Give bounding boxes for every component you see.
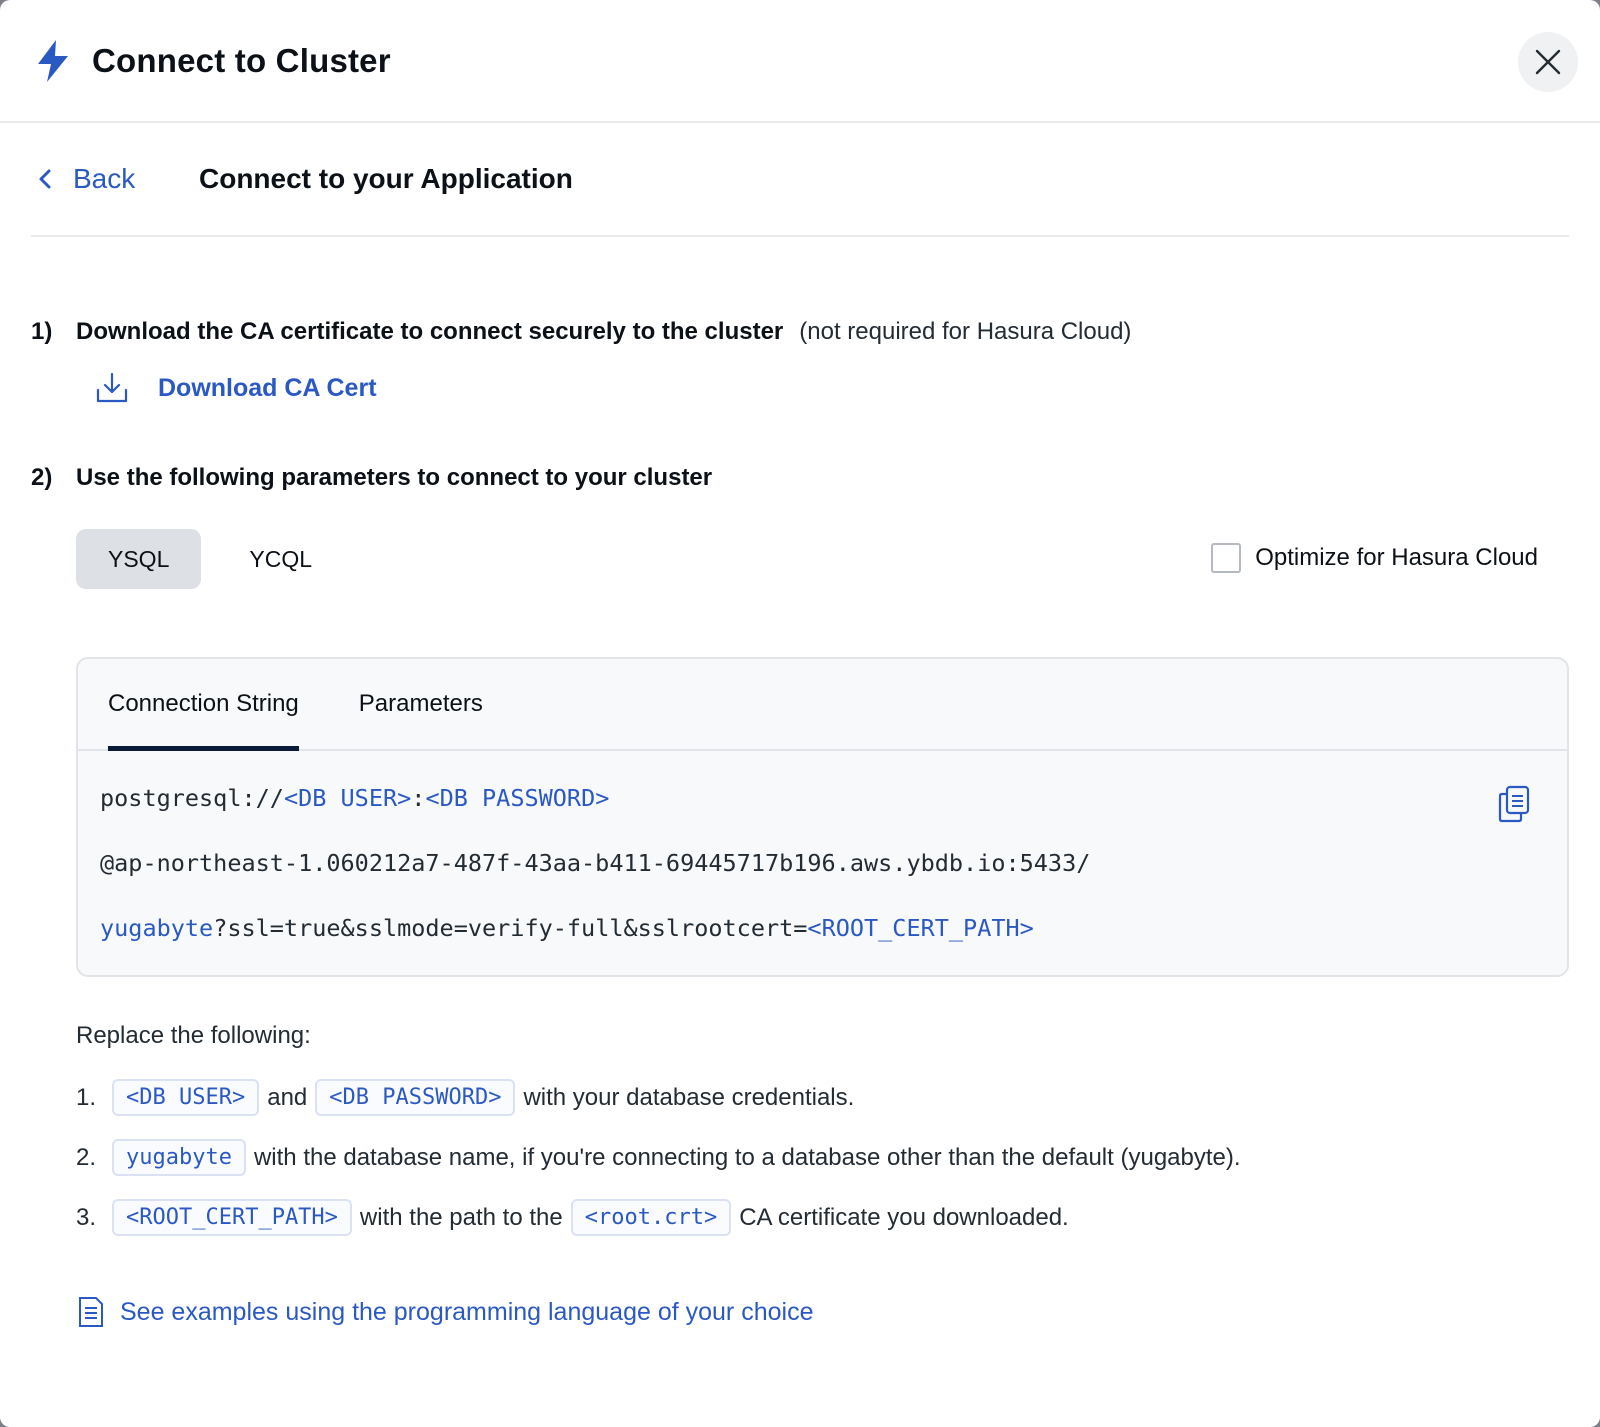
step-2: 2) Use the following parameters to conne… [31, 464, 712, 492]
replace-item-index: 3. [76, 1203, 97, 1231]
examples-link[interactable]: See examples using the programming langu… [78, 1296, 813, 1328]
api-tabs: YSQL YCQL [76, 529, 344, 589]
examples-link-label: See examples using the programming langu… [120, 1297, 814, 1326]
tab-connection-string[interactable]: Connection String [108, 659, 299, 751]
replace-item-3: 3. <ROOT_CERT_PATH> with the path to the… [76, 1199, 1069, 1236]
connection-string-block: postgresql://<DB USER>:<DB PASSWORD> @ap… [78, 751, 1567, 975]
hasura-checkbox[interactable] [1211, 543, 1242, 573]
code-separator: : [411, 784, 426, 812]
download-icon [96, 372, 128, 403]
replace-item-text: CA certificate you downloaded. [739, 1203, 1069, 1231]
back-button[interactable]: Back [31, 163, 135, 195]
replace-item-2: 2. yugabyte with the database name, if y… [76, 1139, 1241, 1176]
step-1-number: 1) [31, 318, 53, 345]
hasura-option[interactable]: Optimize for Hasura Cloud [1211, 543, 1538, 573]
replace-item-1: 1. <DB USER> and <DB PASSWORD> with your… [76, 1079, 854, 1116]
replace-item-index: 2. [76, 1143, 97, 1171]
connection-string-line-1: postgresql://<DB USER>:<DB PASSWORD> [100, 783, 1567, 848]
db-password-placeholder: <DB PASSWORD> [425, 784, 610, 812]
yugabyte-tag: yugabyte [112, 1139, 246, 1176]
step-2-number: 2) [31, 464, 53, 491]
connect-dialog: Connect to Cluster Back Connect to your … [0, 0, 1600, 1427]
step-1-note: (not required for Hasura Cloud) [799, 318, 1132, 345]
root-cert-placeholder: <ROOT_CERT_PATH> [807, 914, 1034, 942]
download-ca-cert-link[interactable]: Download CA Cert [95, 372, 377, 404]
connection-string-line-3: yugabyte?ssl=true&sslmode=verify-full&ss… [100, 913, 1567, 975]
replace-item-index: 1. [76, 1083, 97, 1111]
back-label: Back [73, 163, 136, 194]
connection-tabs: Connection String Parameters [78, 659, 1567, 751]
replace-title: Replace the following: [76, 1022, 311, 1049]
download-ca-cert-label: Download CA Cert [158, 373, 377, 402]
root-cert-path-tag: <ROOT_CERT_PATH> [112, 1199, 352, 1236]
db-user-tag: <DB USER> [112, 1079, 260, 1116]
root-crt-tag: <root.crt> [570, 1199, 732, 1236]
code-text: ?ssl=true&sslmode=verify-full&sslrootcer… [213, 914, 808, 942]
dialog-header: Connect to Cluster [0, 0, 1600, 123]
connection-card: Connection String Parameters postgresql:… [76, 657, 1569, 977]
replace-item-text: with your database credentials. [523, 1083, 855, 1111]
tab-parameters[interactable]: Parameters [359, 659, 483, 749]
hasura-option-label: Optimize for Hasura Cloud [1255, 544, 1538, 571]
tab-ycql[interactable]: YCQL [217, 529, 344, 589]
db-user-placeholder: <DB USER> [283, 784, 412, 812]
replace-item-text: with the database name, if you're connec… [253, 1143, 1241, 1171]
tab-ysql[interactable]: YSQL [76, 529, 202, 589]
dialog-title: Connect to Cluster [92, 41, 391, 79]
close-icon [1535, 49, 1561, 75]
chevron-left-icon [39, 169, 51, 189]
code-text: postgresql:// [100, 784, 284, 812]
replace-item-text: and [267, 1083, 308, 1111]
copy-icon[interactable] [1497, 785, 1531, 823]
close-button[interactable] [1518, 32, 1578, 92]
step-1: 1) Download the CA certificate to connec… [31, 318, 1131, 346]
document-icon [79, 1297, 103, 1327]
subnav: Back Connect to your Application [31, 123, 1569, 237]
connection-string-line-2: @ap-northeast-1.060212a7-487f-43aa-b411-… [100, 849, 1091, 877]
replace-item-text: with the path to the [359, 1203, 563, 1231]
db-password-tag: <DB PASSWORD> [315, 1079, 516, 1116]
step-2-text: Use the following parameters to connect … [76, 464, 713, 491]
lightning-bolt-icon [38, 39, 68, 82]
step-1-text: Download the CA certificate to connect s… [76, 318, 784, 345]
page-subtitle: Connect to your Application [199, 163, 573, 194]
db-name-placeholder: yugabyte [100, 914, 214, 942]
